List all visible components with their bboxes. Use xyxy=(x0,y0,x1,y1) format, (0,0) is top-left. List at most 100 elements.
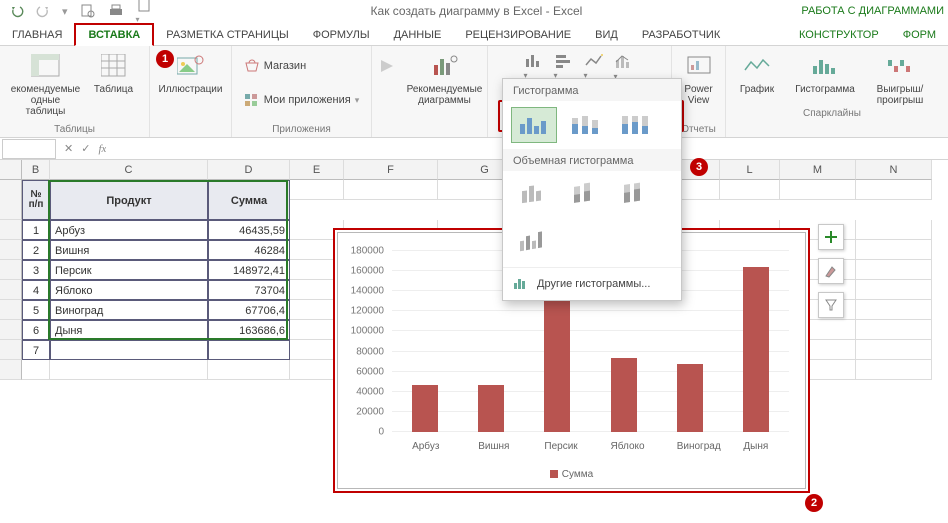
row-header[interactable] xyxy=(0,240,22,260)
chart-bar[interactable] xyxy=(412,385,438,432)
chart-bar[interactable] xyxy=(677,364,703,432)
column-header[interactable]: E xyxy=(290,160,344,180)
recommended-pivot-button[interactable]: екомендуемые одные таблицы xyxy=(11,50,81,117)
table-button[interactable]: Таблица xyxy=(89,50,139,95)
clustered-column-option[interactable] xyxy=(511,107,557,143)
cell[interactable]: 148972,41 xyxy=(208,260,290,280)
cell[interactable] xyxy=(50,360,208,380)
row-header[interactable] xyxy=(0,360,22,380)
tab-format[interactable]: ФОРМ xyxy=(891,25,948,45)
cell[interactable]: 163686,6 xyxy=(208,320,290,340)
column-chart-icon[interactable]: ▾ xyxy=(524,53,544,81)
row-header[interactable] xyxy=(0,180,22,220)
chart-bar[interactable] xyxy=(743,267,769,432)
3d-column-option[interactable] xyxy=(511,225,557,261)
column-header[interactable]: D xyxy=(208,160,290,180)
redo-icon[interactable] xyxy=(36,4,50,18)
page-icon[interactable]: ▾ xyxy=(136,0,152,25)
cell[interactable] xyxy=(856,240,932,260)
tours-button[interactable] xyxy=(375,50,399,82)
cell[interactable]: Продукт xyxy=(50,180,208,220)
cell[interactable] xyxy=(856,300,932,320)
cell[interactable] xyxy=(856,220,932,240)
column-header[interactable]: M xyxy=(780,160,856,180)
tab-home[interactable]: ГЛАВНАЯ xyxy=(0,25,74,45)
cell[interactable] xyxy=(22,360,50,380)
3d-stacked-option[interactable] xyxy=(561,177,607,213)
cell[interactable]: 73704 xyxy=(208,280,290,300)
row-header[interactable] xyxy=(0,260,22,280)
confirm-icon[interactable]: ✓ xyxy=(81,142,90,155)
column-header[interactable]: L xyxy=(720,160,780,180)
cell[interactable]: Дыня xyxy=(50,320,208,340)
3d-clustered-option[interactable] xyxy=(511,177,557,213)
chart-filter-button[interactable] xyxy=(818,292,844,318)
chart-bar[interactable] xyxy=(544,282,570,432)
3d-100-stacked-option[interactable] xyxy=(611,177,657,213)
sparkline-column-button[interactable]: Гистограмма xyxy=(792,50,858,106)
column-header[interactable]: F xyxy=(344,160,438,180)
chart-bar[interactable] xyxy=(611,358,637,432)
tab-review[interactable]: РЕЦЕНЗИРОВАНИЕ xyxy=(453,25,583,45)
tab-view[interactable]: ВИД xyxy=(583,25,630,45)
cell[interactable] xyxy=(856,360,932,380)
tab-data[interactable]: ДАННЫЕ xyxy=(382,25,454,45)
chart-elements-button[interactable] xyxy=(818,224,844,250)
cell[interactable]: 6 xyxy=(22,320,50,340)
cell[interactable]: 5 xyxy=(22,300,50,320)
cell[interactable]: Виноград xyxy=(50,300,208,320)
cell[interactable]: 7 xyxy=(22,340,50,360)
recommended-charts-button[interactable]: Рекомендуемые диаграммы xyxy=(406,50,484,106)
cell[interactable] xyxy=(208,340,290,360)
column-header[interactable]: B xyxy=(22,160,50,180)
undo-icon[interactable] xyxy=(10,4,24,18)
cell[interactable]: №п/п xyxy=(22,180,50,220)
cell[interactable]: 3 xyxy=(22,260,50,280)
print-preview-icon[interactable] xyxy=(80,3,96,19)
sparkline-line-button[interactable]: График xyxy=(734,50,780,106)
fx-icon[interactable]: fx xyxy=(98,143,106,155)
tab-design[interactable]: КОНСТРУКТОР xyxy=(787,25,891,45)
chart-bar[interactable] xyxy=(478,385,504,432)
row-header[interactable] xyxy=(0,340,22,360)
cell[interactable] xyxy=(856,320,932,340)
chart-styles-button[interactable] xyxy=(818,258,844,284)
tab-developer[interactable]: РАЗРАБОТЧИК xyxy=(630,25,732,45)
sparkline-winloss-button[interactable]: Выигрыш/ проигрыш xyxy=(870,50,930,106)
my-apps-button[interactable]: Мои приложения ▾ xyxy=(240,90,364,110)
stacked-column-option[interactable] xyxy=(561,107,607,143)
cell[interactable] xyxy=(856,180,932,200)
cell[interactable] xyxy=(208,360,290,380)
select-all-corner[interactable] xyxy=(0,160,22,180)
cell[interactable]: Сумма xyxy=(208,180,290,220)
cell[interactable]: Персик xyxy=(50,260,208,280)
cell[interactable]: 46435,59 xyxy=(208,220,290,240)
cell[interactable] xyxy=(50,340,208,360)
cell[interactable]: 2 xyxy=(22,240,50,260)
bar-chart-icon[interactable]: ▾ xyxy=(554,53,574,81)
cell[interactable]: 67706,4 xyxy=(208,300,290,320)
tab-insert[interactable]: ВСТАВКА xyxy=(74,23,154,46)
cancel-icon[interactable]: ✕ xyxy=(64,142,73,155)
powerview-button[interactable]: Power View xyxy=(676,50,722,106)
cell[interactable] xyxy=(344,180,438,200)
cell[interactable] xyxy=(856,280,932,300)
tab-page-layout[interactable]: РАЗМЕТКА СТРАНИЦЫ xyxy=(154,25,300,45)
100-stacked-column-option[interactable] xyxy=(611,107,657,143)
cell[interactable]: Вишня xyxy=(50,240,208,260)
name-box[interactable] xyxy=(2,139,56,159)
cell[interactable] xyxy=(290,180,344,200)
cell[interactable] xyxy=(780,180,856,200)
row-header[interactable] xyxy=(0,320,22,340)
cell[interactable]: 1 xyxy=(22,220,50,240)
tab-formulas[interactable]: ФОРМУЛЫ xyxy=(301,25,382,45)
column-header[interactable]: C xyxy=(50,160,208,180)
store-button[interactable]: Магазин xyxy=(240,56,364,76)
row-header[interactable] xyxy=(0,300,22,320)
cell[interactable] xyxy=(720,180,780,200)
cell[interactable] xyxy=(856,260,932,280)
more-histograms-button[interactable]: Другие гистограммы... xyxy=(503,267,681,296)
cell[interactable]: 4 xyxy=(22,280,50,300)
cell[interactable]: Арбуз xyxy=(50,220,208,240)
row-header[interactable] xyxy=(0,220,22,240)
